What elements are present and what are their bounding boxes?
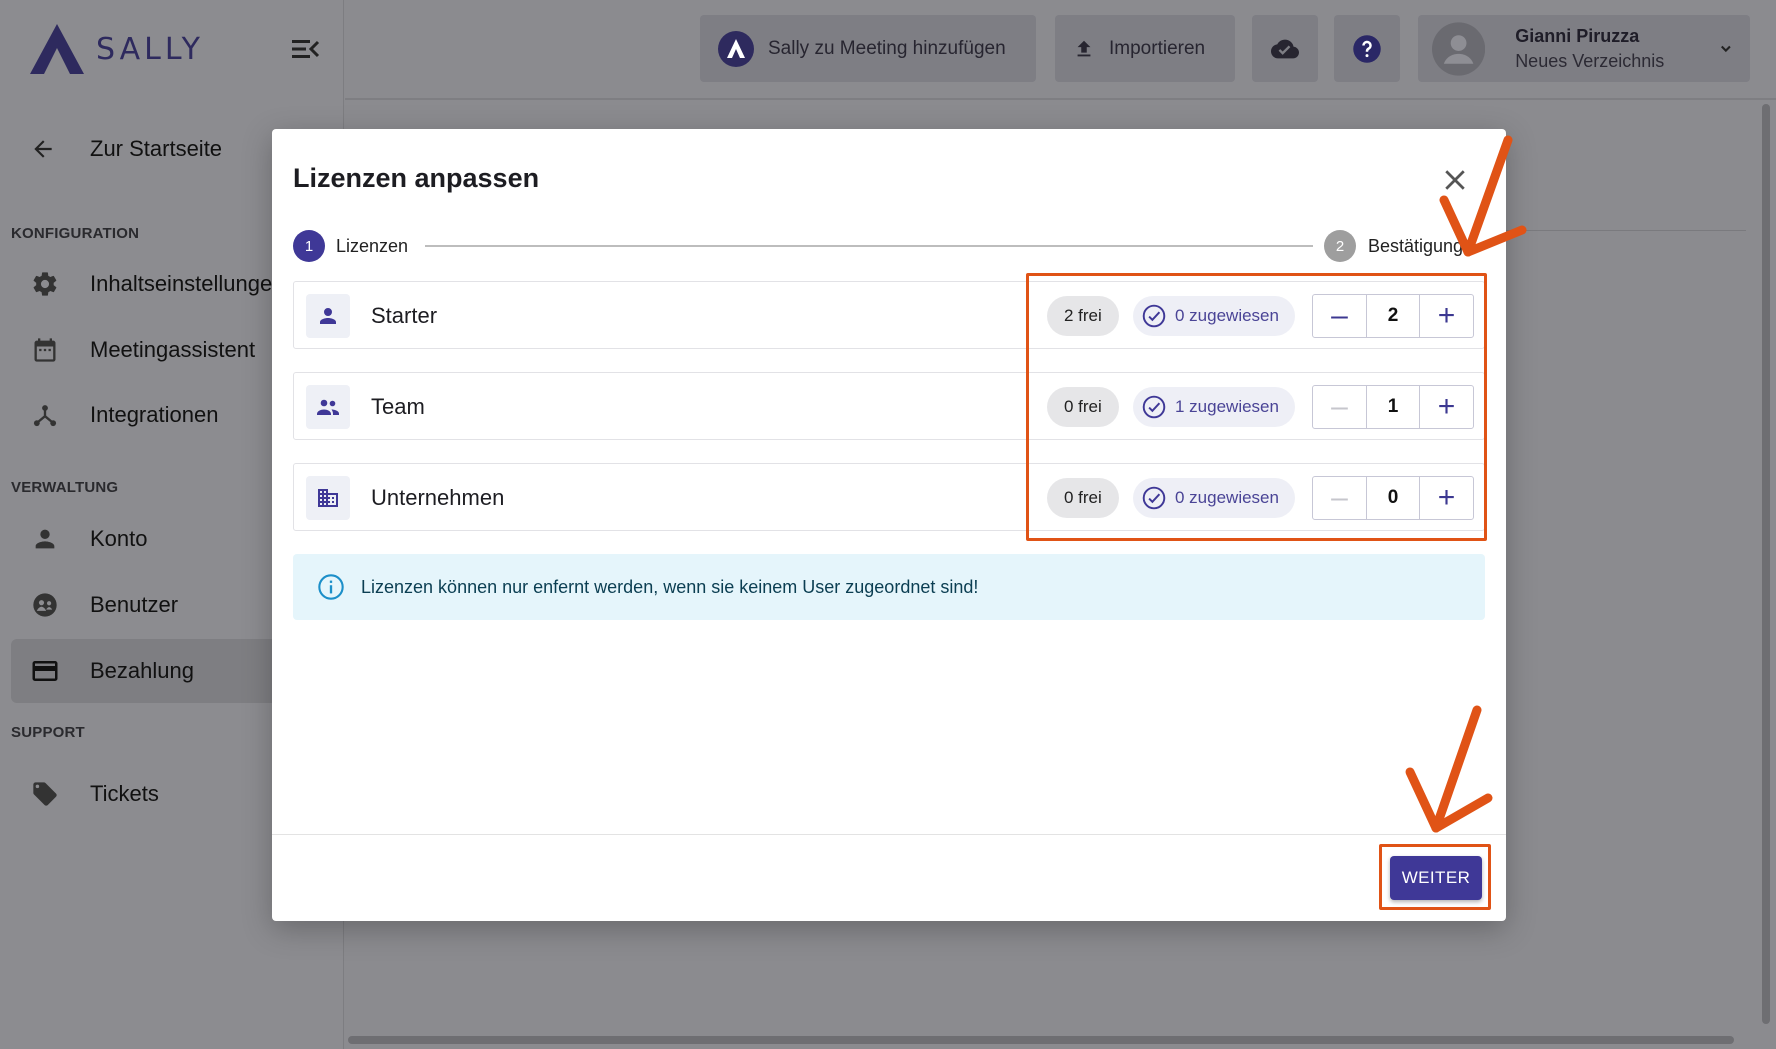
sally-logo[interactable]: SALLY: [26, 20, 204, 78]
step-connector: [425, 245, 1313, 247]
sidebar-item-meeting-assistant[interactable]: Meetingassistent: [0, 318, 300, 382]
sally-logo-icon: [30, 24, 84, 74]
person-icon: [30, 524, 60, 554]
gear-icon: [30, 269, 60, 299]
step-1-label: Lizenzen: [336, 236, 409, 256]
info-alert: Lizenzen können nur enfernt werden, wenn…: [293, 554, 1485, 620]
dialog-footer-divider: [272, 834, 1506, 835]
info-icon: [318, 574, 344, 600]
building-icon: [306, 476, 350, 520]
calendar-icon: [30, 335, 60, 365]
sidebar-item-label: Tickets: [90, 781, 159, 806]
sidebar-item-users[interactable]: Benutzer: [0, 573, 300, 637]
sidebar-item-account[interactable]: Konto: [0, 507, 300, 571]
import-label: Importieren: [1109, 37, 1206, 59]
sidebar-item-label: Benutzer: [90, 592, 179, 617]
sidebar-item-label: Konto: [90, 526, 148, 551]
step-1-badge: 1: [293, 230, 325, 262]
sally-circle-icon: [718, 30, 754, 67]
avatar: [1432, 21, 1486, 76]
sidebar-item-content-settings[interactable]: Inhaltseinstellungen: [0, 252, 300, 316]
sidebar-item-integrations[interactable]: Integrationen: [0, 383, 300, 447]
user-menu[interactable]: Gianni Piruzza Neues Verzeichnis: [1418, 15, 1750, 82]
brand-name: SALLY: [96, 31, 204, 67]
sidebar-item-label: Bezahlung: [90, 658, 194, 683]
hub-icon: [30, 400, 60, 430]
section-support: SUPPORT: [11, 724, 85, 741]
back-label: Zur Startseite: [90, 136, 223, 161]
topbar: Sally zu Meeting hinzufügen Importieren …: [345, 0, 1776, 100]
sidebar-item-label: Integrationen: [90, 402, 219, 427]
add-to-meeting-button[interactable]: Sally zu Meeting hinzufügen: [700, 15, 1036, 82]
stepper: 1 Lizenzen 2 Bestätigung: [293, 229, 1493, 262]
close-icon[interactable]: [1440, 165, 1470, 195]
dialog-title: Lizenzen anpassen: [293, 163, 540, 193]
person-icon: [306, 294, 350, 338]
people-icon: [306, 385, 350, 429]
sidebar-item-label: Meetingassistent: [90, 337, 256, 362]
vertical-scrollbar[interactable]: [1762, 104, 1770, 1024]
license-name: Unternehmen: [371, 485, 505, 510]
cloud-done-icon: [1271, 39, 1299, 58]
info-text: Lizenzen können nur enfernt werden, wenn…: [361, 576, 979, 597]
upload-icon: [1077, 40, 1091, 56]
license-name: Team: [371, 394, 425, 419]
license-name: Starter: [371, 303, 438, 328]
user-directory: Neues Verzeichnis: [1515, 50, 1665, 71]
help-icon: [1353, 34, 1381, 63]
section-config: KONFIGURATION: [11, 225, 140, 242]
credit-card-icon: [30, 656, 60, 686]
sidebar-item-tickets[interactable]: Tickets: [0, 762, 300, 826]
step-2-badge: 2: [1324, 230, 1356, 262]
highlight-next-button: [1379, 844, 1491, 910]
cloud-sync-button[interactable]: [1252, 15, 1318, 82]
import-button[interactable]: Importieren: [1055, 15, 1235, 82]
back-to-home-link[interactable]: Zur Startseite: [30, 136, 222, 162]
add-to-meeting-label: Sally zu Meeting hinzufügen: [768, 37, 1006, 59]
sidebar-item-billing[interactable]: Bezahlung: [11, 639, 311, 703]
users-circle-icon: [30, 590, 60, 620]
sidebar-item-label: Inhaltseinstellungen: [90, 271, 285, 296]
tag-icon: [30, 779, 60, 809]
user-name: Gianni Piruzza: [1515, 25, 1640, 46]
collapse-menu-icon[interactable]: [290, 36, 320, 62]
horizontal-scrollbar[interactable]: [348, 1036, 1734, 1044]
highlight-quantity-controls: [1026, 273, 1487, 541]
step-2-label: Bestätigung: [1368, 236, 1464, 256]
help-button[interactable]: [1334, 15, 1400, 82]
chevron-down-icon: [1721, 45, 1731, 52]
arrow-left-icon: [34, 140, 52, 158]
section-admin: VERWALTUNG: [11, 479, 119, 496]
